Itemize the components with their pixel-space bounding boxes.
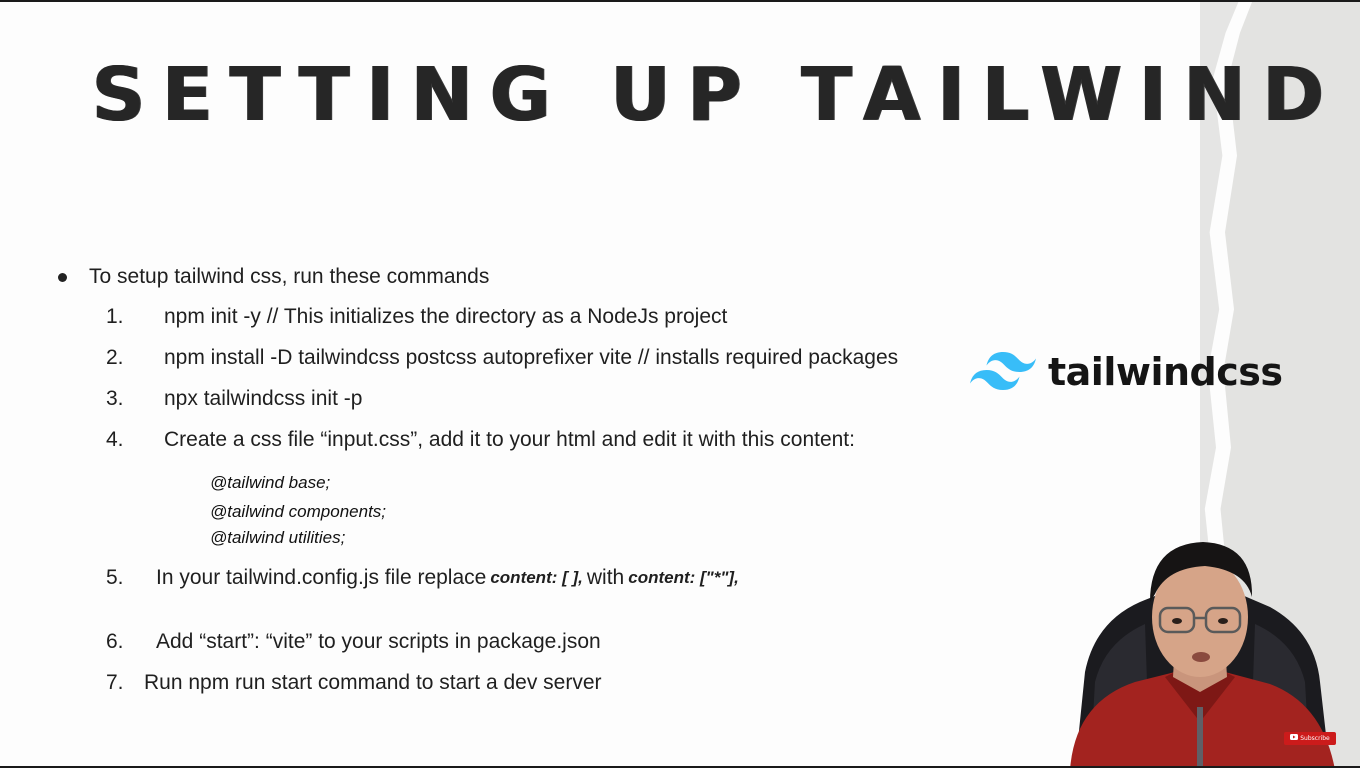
youtube-play-icon (1290, 732, 1299, 745)
logo-text: tailwindcss (1048, 350, 1283, 394)
code-line: @tailwind components; (210, 502, 387, 521)
code-line: @tailwind base; (210, 473, 331, 492)
step-text: npm init -y // This initializes the dire… (164, 304, 728, 328)
step-text: npm install -D tailwindcss postcss autop… (164, 345, 899, 369)
slide-content: To setup tailwind css, run these command… (56, 260, 996, 703)
step-text: In your tailwind.config.js file replace (156, 566, 487, 589)
code-block: @tailwind base; @tailwind components; @t… (210, 470, 996, 551)
slide: SETTING UP TAILWIND CSS To setup tailwin… (0, 0, 1360, 768)
step-text: with (586, 566, 625, 589)
code-snippet: content: [ ], (490, 568, 583, 587)
code-line: @tailwind utilities; (210, 528, 346, 547)
step-text: Add “start”: “vite” to your scripts in p… (156, 629, 601, 653)
step-7: 7. Run npm run start command to start a … (56, 662, 996, 703)
step-text: npx tailwindcss init -p (164, 386, 363, 410)
slide-title: SETTING UP TAILWIND CSS (92, 52, 1360, 138)
subscribe-badge[interactable]: Subscribe (1284, 732, 1336, 745)
step-4: 4. Create a css file “input.css”, add it… (56, 419, 996, 460)
step-number: 6. (106, 629, 124, 653)
step-number: 3. (106, 386, 124, 410)
tailwind-wave-icon (970, 350, 1036, 394)
step-text: Create a css file “input.css”, add it to… (164, 427, 855, 451)
code-snippet: content: ["*"], (628, 568, 739, 587)
intro-bullet: To setup tailwind css, run these command… (56, 260, 996, 294)
bullet-dot-icon (58, 272, 67, 282)
intro-text: To setup tailwind css, run these command… (89, 265, 490, 288)
step-text: Run npm run start command to start a dev… (144, 670, 602, 694)
step-number: 7. (106, 670, 124, 694)
step-number: 4. (106, 427, 124, 451)
step-2: 2. npm install -D tailwindcss postcss au… (56, 337, 996, 378)
step-3: 3. npx tailwindcss init -p (56, 378, 996, 419)
step-5: 5. In your tailwind.config.js file repla… (56, 557, 996, 599)
step-number: 2. (106, 345, 124, 369)
step-6: 6. Add “start”: “vite” to your scripts i… (56, 621, 996, 662)
step-number: 1. (106, 304, 124, 328)
tailwindcss-logo: tailwindcss (970, 350, 1283, 394)
subscribe-label: Subscribe (1300, 735, 1330, 742)
step-1: 1. npm init -y // This initializes the d… (56, 296, 996, 337)
step-number: 5. (106, 566, 124, 589)
